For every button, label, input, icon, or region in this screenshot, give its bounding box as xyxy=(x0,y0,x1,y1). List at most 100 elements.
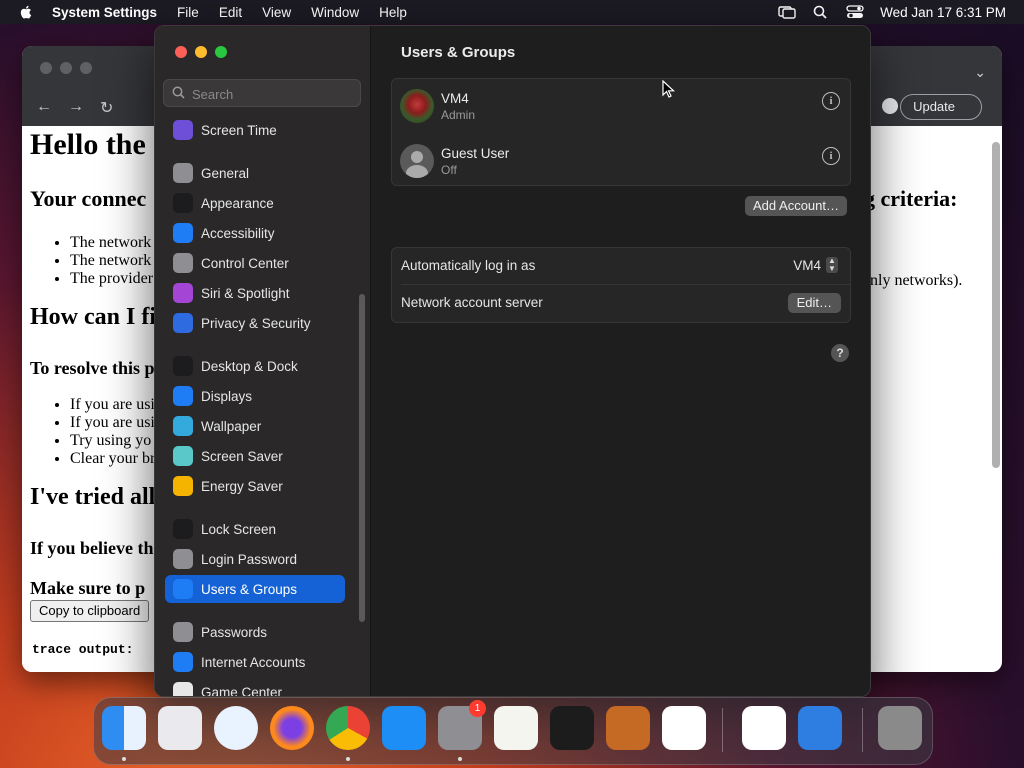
info-icon[interactable]: i xyxy=(822,92,840,110)
sidebar-item-users-groups[interactable]: Users & Groups xyxy=(165,575,345,603)
finder-icon[interactable] xyxy=(102,706,146,750)
sidebar-item-appearance[interactable]: Appearance xyxy=(165,189,345,217)
settings-sidebar: Screen Time General Appearance Accessibilit… xyxy=(155,26,371,696)
accessibility-icon xyxy=(173,223,193,243)
sidebar-item-wallpaper[interactable]: Wallpaper xyxy=(165,412,345,440)
menu-edit[interactable]: Edit xyxy=(219,5,242,20)
guest-avatar-icon xyxy=(400,144,434,178)
vscode-icon[interactable] xyxy=(662,706,706,750)
user-role: Admin xyxy=(441,108,476,122)
list-item: The network xyxy=(70,252,153,270)
browser-minimize-button[interactable] xyxy=(60,62,72,74)
section-heading: How can I fi xyxy=(30,304,156,330)
sidebar-item-passwords[interactable]: Passwords xyxy=(165,618,345,646)
running-indicator xyxy=(122,757,126,761)
trash-icon[interactable] xyxy=(878,706,922,750)
info-icon[interactable]: i xyxy=(822,147,840,165)
back-arrow-icon[interactable]: ← xyxy=(36,98,52,118)
browser-update-button[interactable]: Update xyxy=(900,94,982,120)
sidebar-item-login-password[interactable]: Login Password xyxy=(165,545,345,573)
menu-clock[interactable]: Wed Jan 17 6:31 PM xyxy=(880,5,1006,20)
up-down-chevron-icon: ▲ ▼ xyxy=(826,257,838,273)
control-center-icon[interactable] xyxy=(846,5,864,19)
key-icon xyxy=(173,622,193,642)
launchpad-icon[interactable] xyxy=(158,706,202,750)
password-icon xyxy=(173,549,193,569)
sidebar-item-accessibility[interactable]: Accessibility xyxy=(165,219,345,247)
sidebar-scrollbar[interactable] xyxy=(359,294,365,622)
search-input[interactable] xyxy=(190,83,354,105)
sidebar-item-displays[interactable]: Displays xyxy=(165,382,345,410)
sidebar-item-label: Passwords xyxy=(201,624,268,640)
chevron-down-icon[interactable]: ⌄ xyxy=(974,64,986,81)
visual-studio-icon[interactable] xyxy=(742,706,786,750)
user-avatar xyxy=(400,89,434,123)
dock-separator xyxy=(862,708,863,752)
sidebar-item-internet-accounts[interactable]: Internet Accounts xyxy=(165,648,345,676)
sidebar-item-screen-saver[interactable]: Screen Saver xyxy=(165,442,345,470)
lock-icon xyxy=(173,519,193,539)
add-account-button[interactable]: Add Account… xyxy=(745,196,847,216)
menu-file[interactable]: File xyxy=(177,5,199,20)
sidebar-item-siri-spotlight[interactable]: Siri & Spotlight xyxy=(165,279,345,307)
sidebar-item-label: Energy Saver xyxy=(201,478,283,494)
sidebar-search[interactable] xyxy=(163,79,361,107)
menu-window[interactable]: Window xyxy=(311,5,359,20)
copy-to-clipboard-button[interactable]: Copy to clipboard xyxy=(30,600,150,622)
chrome-icon[interactable] xyxy=(326,706,370,750)
menu-help[interactable]: Help xyxy=(379,5,407,20)
textedit-icon[interactable] xyxy=(494,706,538,750)
running-indicator xyxy=(346,757,350,761)
sidebar-item-game-center[interactable]: Game Center xyxy=(165,678,345,696)
sidebar-item-label: Control Center xyxy=(201,255,289,271)
screen-saver-icon xyxy=(173,446,193,466)
profile-avatar-icon[interactable] xyxy=(882,98,898,114)
help-button[interactable]: ? xyxy=(831,344,849,362)
list-item: If you are usi xyxy=(70,396,155,414)
close-button[interactable] xyxy=(175,46,187,58)
browser-scrollbar[interactable] xyxy=(992,142,1000,468)
browser-close-button[interactable] xyxy=(40,62,52,74)
garageband-icon[interactable] xyxy=(606,706,650,750)
sidebar-item-lock-screen[interactable]: Lock Screen xyxy=(165,515,345,543)
forward-arrow-icon[interactable]: → xyxy=(68,98,84,118)
list-item: Clear your br xyxy=(70,450,155,468)
minimize-button[interactable] xyxy=(195,46,207,58)
hand-icon xyxy=(173,313,193,333)
sidebar-item-label: Lock Screen xyxy=(201,521,277,537)
weather-icon[interactable] xyxy=(798,706,842,750)
screen-mirroring-icon[interactable] xyxy=(778,5,796,19)
sidebar-item-general[interactable]: General xyxy=(165,159,345,187)
login-options-card: Automatically log in as VM4 ▲ ▼ Network a… xyxy=(391,247,851,323)
sidebar-item-control-center[interactable]: Control Center xyxy=(165,249,345,277)
paragraph: Make sure to p xyxy=(30,578,146,598)
edit-button[interactable]: Edit… xyxy=(787,293,841,313)
user-row-vm4[interactable]: VM4 Admin i xyxy=(392,81,850,133)
hourglass-icon xyxy=(173,120,193,140)
browser-zoom-button[interactable] xyxy=(80,62,92,74)
zoom-button[interactable] xyxy=(215,46,227,58)
terminal-icon[interactable] xyxy=(550,706,594,750)
pane-title: Users & Groups xyxy=(401,44,516,61)
firefox-icon[interactable] xyxy=(270,706,314,750)
auto-login-value: VM4 xyxy=(793,257,821,273)
dock-separator xyxy=(722,708,723,752)
paragraph: If you believe th xyxy=(30,538,154,558)
menu-bar: System Settings File Edit View Window He… xyxy=(0,0,1024,24)
sidebar-item-screen-time[interactable]: Screen Time xyxy=(165,116,345,144)
spotlight-search-icon[interactable] xyxy=(812,5,830,19)
menu-app-name[interactable]: System Settings xyxy=(52,5,157,20)
reload-icon[interactable]: ↻ xyxy=(100,98,113,118)
auto-login-row: Automatically log in as VM4 ▲ ▼ xyxy=(392,248,850,284)
menu-view[interactable]: View xyxy=(262,5,291,20)
sidebar-item-desktop-dock[interactable]: Desktop & Dock xyxy=(165,352,345,380)
safari-icon[interactable] xyxy=(214,706,258,750)
auto-login-select[interactable]: VM4 ▲ ▼ xyxy=(793,257,838,273)
user-row-guest[interactable]: Guest User Off i xyxy=(392,136,850,188)
sidebar-item-energy-saver[interactable]: Energy Saver xyxy=(165,472,345,500)
sidebar-item-privacy-security[interactable]: Privacy & Security xyxy=(165,309,345,337)
app-store-icon[interactable] xyxy=(382,706,426,750)
system-settings-icon[interactable]: 1 xyxy=(438,700,486,750)
apple-icon[interactable] xyxy=(18,4,34,20)
criteria-list: The network The network The provider xyxy=(70,234,153,288)
